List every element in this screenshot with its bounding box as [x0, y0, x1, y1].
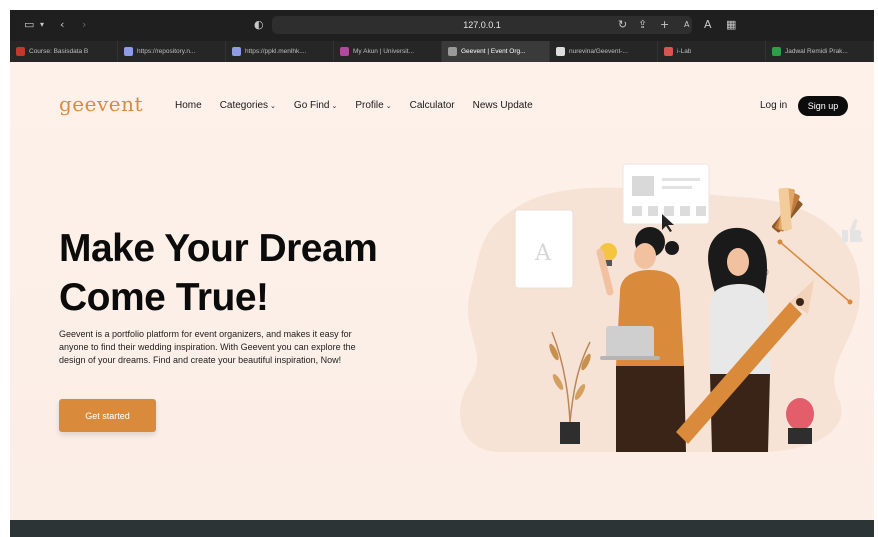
- nav-go-find-label: Go Find: [293, 100, 330, 111]
- browser-tab-label: Geevent | Event Org...: [461, 48, 526, 55]
- favicon-icon: [16, 47, 25, 56]
- browser-tab-label: Jadwal Remidi Prak...: [785, 48, 848, 55]
- hero-title: Make Your Dream Come True!: [59, 224, 459, 322]
- browser-tab[interactable]: nurevina/Geevent-...: [550, 41, 658, 62]
- browser-tab[interactable]: Geevent | Event Org...: [442, 41, 550, 62]
- page: geevent Home Categories ⌄ Go Find ⌄ Profil…: [10, 62, 874, 520]
- nav-profile-label: Profile: [355, 100, 384, 111]
- browser-tab[interactable]: i-Lab: [658, 41, 766, 62]
- hero-illustration: A: [460, 163, 863, 452]
- nav-news-update-label: News Update: [472, 100, 533, 111]
- browser-tab[interactable]: Course: Basisdata B: [10, 41, 118, 62]
- browser-tab[interactable]: https://repository.n...: [118, 41, 226, 62]
- share-icon[interactable]: ⇪: [638, 18, 647, 31]
- footer-bar: [10, 520, 874, 537]
- favicon-icon: [124, 47, 133, 56]
- back-icon[interactable]: ‹: [60, 18, 64, 31]
- browser-tab-label: https://ppkl.menlhk....: [245, 48, 307, 55]
- nav-calculator[interactable]: Calculator: [410, 100, 455, 111]
- nav-calculator-label: Calculator: [409, 100, 455, 111]
- url-text: 127.0.0.1: [463, 20, 501, 30]
- nav-home[interactable]: Home: [175, 100, 202, 111]
- browser-toolbar: ▭ ▾ ‹ › ◐ 127.0.0.1 ↻ ⇪ + A A ▦: [10, 10, 874, 40]
- design-card-letter: A: [534, 241, 552, 266]
- browser-tab-label: https://repository.n...: [137, 48, 196, 55]
- new-tab-icon[interactable]: +: [660, 18, 669, 31]
- tab-strip: Course: Basisdata B https://repository.n.…: [10, 41, 874, 62]
- favicon-icon: [340, 47, 349, 56]
- nav-go-find[interactable]: Go Find ⌄: [294, 100, 337, 111]
- login-link[interactable]: Log in: [760, 100, 787, 111]
- thumbs-up-icon: [842, 219, 863, 242]
- nav-profile[interactable]: Profile ⌄: [355, 100, 391, 111]
- browser-tab[interactable]: Jadwal Remidi Prak...: [766, 41, 874, 62]
- favicon-icon: [448, 47, 457, 56]
- sidebar-toggle-icon[interactable]: ▭: [24, 18, 34, 31]
- browser-tab-label: nurevina/Geevent-...: [569, 48, 628, 55]
- browser-tab-label: Course: Basisdata B: [29, 48, 89, 55]
- browser-tab-label: My Akun | Universit...: [353, 48, 414, 55]
- nav-news-update[interactable]: News Update: [473, 100, 533, 111]
- reload-icon[interactable]: ↻: [618, 18, 627, 31]
- browser-tab[interactable]: My Akun | Universit...: [334, 41, 442, 62]
- forward-icon[interactable]: ›: [82, 18, 86, 31]
- chevron-down-icon: ⌄: [270, 101, 276, 110]
- browser-tab[interactable]: https://ppkl.menlhk....: [226, 41, 334, 62]
- nav-categories[interactable]: Categories ⌄: [220, 100, 276, 111]
- tab-overview-icon[interactable]: ▦: [726, 18, 736, 31]
- favicon-icon: [664, 47, 673, 56]
- favicon-icon: [232, 47, 241, 56]
- text-smaller-icon[interactable]: A: [684, 20, 689, 29]
- hero-title-line2: Come True!: [59, 276, 269, 319]
- shield-icon[interactable]: ◐: [254, 18, 264, 31]
- logo[interactable]: geevent: [59, 92, 143, 116]
- hero-description: Geevent is a portfolio platform for even…: [59, 329, 356, 365]
- url-bar[interactable]: 127.0.0.1: [272, 16, 692, 34]
- chevron-down-icon: ⌄: [385, 101, 392, 110]
- nav-home-label: Home: [175, 100, 202, 111]
- favicon-icon: [772, 47, 781, 56]
- nav-categories-label: Categories: [219, 100, 269, 111]
- signup-button[interactable]: Sign up: [798, 96, 848, 116]
- get-started-button[interactable]: Get started: [59, 399, 156, 432]
- text-larger-icon[interactable]: A: [704, 18, 712, 31]
- chevron-down-icon[interactable]: ▾: [40, 20, 44, 29]
- main-nav: Home Categories ⌄ Go Find ⌄ Profile ⌄ Calcu…: [175, 100, 551, 111]
- hero-title-line1: Make Your Dream: [59, 227, 378, 270]
- chevron-down-icon: ⌄: [331, 101, 338, 110]
- favicon-icon: [556, 47, 565, 56]
- browser-tab-label: i-Lab: [677, 48, 692, 55]
- browser-chrome: ▭ ▾ ‹ › ◐ 127.0.0.1 ↻ ⇪ + A A ▦ Course: …: [10, 10, 874, 62]
- cactus-plant: [786, 398, 814, 444]
